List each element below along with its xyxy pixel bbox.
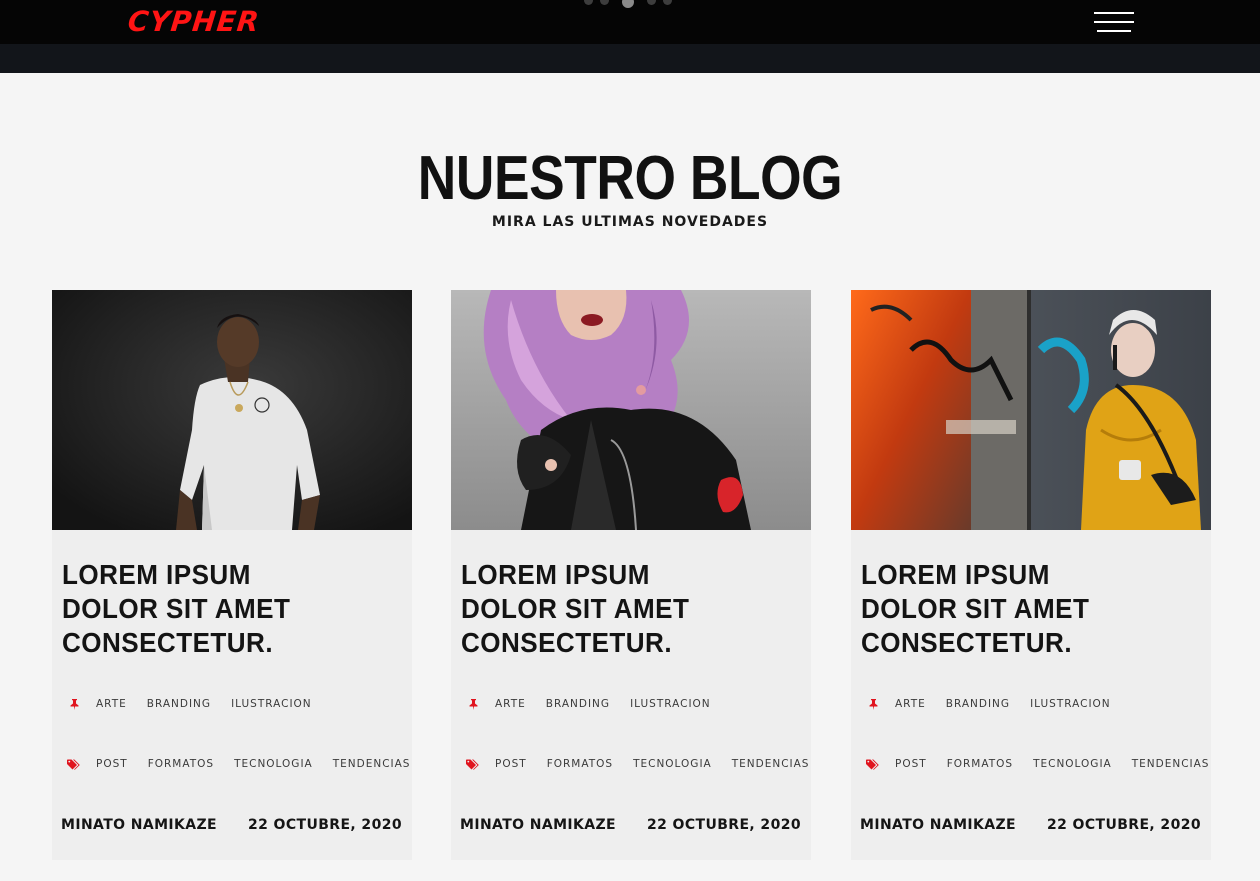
- graffiti-wall-yellow-jacket-photo: [851, 290, 1211, 530]
- post-title-line: DOLOR SIT AMET: [861, 593, 1090, 624]
- tag-link[interactable]: TENDENCIAS: [333, 758, 411, 770]
- post-title[interactable]: LOREM IPSUM DOLOR SIT AMET CONSECTETUR.: [861, 558, 1159, 660]
- hamburger-icon[interactable]: [1094, 10, 1134, 34]
- tags-icon: [865, 756, 881, 772]
- brand-logo[interactable]: CYPHER: [126, 4, 261, 40]
- category-link[interactable]: ARTE: [96, 698, 127, 710]
- slider-dot[interactable]: [647, 0, 656, 5]
- tag-link[interactable]: TECNOLOGIA: [633, 758, 712, 770]
- post-title-line: DOLOR SIT AMET: [461, 593, 690, 624]
- category-link[interactable]: BRANDING: [546, 698, 610, 710]
- tag-link[interactable]: FORMATOS: [148, 758, 214, 770]
- tag-list: POST FORMATOS TECNOLOGIA TENDENCIAS: [66, 756, 430, 772]
- post-meta: MINATO NAMIKAZE 22 OCTUBRE, 2020: [61, 817, 402, 833]
- slider-dot[interactable]: [584, 0, 593, 5]
- tag-link[interactable]: FORMATOS: [947, 758, 1013, 770]
- post-title[interactable]: LOREM IPSUM DOLOR SIT AMET CONSECTETUR.: [62, 558, 360, 660]
- tag-link[interactable]: TENDENCIAS: [1132, 758, 1210, 770]
- tags-icon: [465, 756, 481, 772]
- blog-card[interactable]: LOREM IPSUM DOLOR SIT AMET CONSECTETUR. …: [851, 290, 1211, 860]
- tag-link[interactable]: FORMATOS: [547, 758, 613, 770]
- post-title[interactable]: LOREM IPSUM DOLOR SIT AMET CONSECTETUR.: [461, 558, 759, 660]
- pin-icon: [865, 696, 881, 712]
- post-title-line: DOLOR SIT AMET: [62, 593, 291, 624]
- category-list: ARTE BRANDING ILUSTRACION: [66, 696, 332, 712]
- tag-link[interactable]: POST: [96, 758, 128, 770]
- slider-dot[interactable]: [600, 0, 609, 5]
- post-image[interactable]: [851, 290, 1211, 530]
- post-date: 22 OCTUBRE, 2020: [247, 817, 402, 833]
- section-title: NUESTRO BLOG: [417, 144, 843, 213]
- category-link[interactable]: ARTE: [895, 698, 926, 710]
- pin-icon: [465, 696, 481, 712]
- post-date: 22 OCTUBRE, 2020: [1046, 817, 1201, 833]
- blog-card[interactable]: LOREM IPSUM DOLOR SIT AMET CONSECTETUR. …: [52, 290, 412, 860]
- category-list: ARTE BRANDING ILUSTRACION: [865, 696, 1131, 712]
- category-link[interactable]: BRANDING: [147, 698, 211, 710]
- top-navbar: CYPHER: [0, 0, 1260, 44]
- section-subtitle: MIRA LAS ULTIMAS NOVEDADES: [491, 214, 769, 230]
- post-title-line: LOREM IPSUM: [861, 559, 1050, 590]
- category-link[interactable]: ILUSTRACION: [630, 698, 711, 710]
- blog-card[interactable]: LOREM IPSUM DOLOR SIT AMET CONSECTETUR. …: [451, 290, 811, 860]
- post-author[interactable]: MINATO NAMIKAZE: [460, 817, 616, 833]
- category-link[interactable]: ILUSTRACION: [231, 698, 312, 710]
- woman-purple-hair-photo: [451, 290, 811, 530]
- tag-link[interactable]: TECNOLOGIA: [1033, 758, 1112, 770]
- post-title-line: CONSECTETUR.: [861, 627, 1073, 658]
- post-author[interactable]: MINATO NAMIKAZE: [860, 817, 1016, 833]
- post-title-line: CONSECTETUR.: [62, 627, 274, 658]
- category-link[interactable]: ARTE: [495, 698, 526, 710]
- post-author[interactable]: MINATO NAMIKAZE: [61, 817, 217, 833]
- tags-icon: [66, 756, 82, 772]
- tag-link[interactable]: TENDENCIAS: [732, 758, 810, 770]
- slider-dot-active[interactable]: [622, 0, 634, 8]
- category-link[interactable]: ILUSTRACION: [1030, 698, 1111, 710]
- tag-link[interactable]: TECNOLOGIA: [234, 758, 313, 770]
- post-image[interactable]: [52, 290, 412, 530]
- navbar-band: [0, 44, 1260, 73]
- post-image[interactable]: [451, 290, 811, 530]
- tag-list: POST FORMATOS TECNOLOGIA TENDENCIAS: [465, 756, 829, 772]
- post-title-line: LOREM IPSUM: [62, 559, 251, 590]
- man-white-tshirt-photo: [52, 290, 412, 530]
- tag-link[interactable]: POST: [895, 758, 927, 770]
- post-title-line: CONSECTETUR.: [461, 627, 673, 658]
- post-meta: MINATO NAMIKAZE 22 OCTUBRE, 2020: [860, 817, 1201, 833]
- category-link[interactable]: BRANDING: [946, 698, 1010, 710]
- category-list: ARTE BRANDING ILUSTRACION: [465, 696, 731, 712]
- slider-dot[interactable]: [663, 0, 672, 5]
- slider-dots: [584, 0, 672, 8]
- tag-link[interactable]: POST: [495, 758, 527, 770]
- post-title-line: LOREM IPSUM: [461, 559, 650, 590]
- tag-list: POST FORMATOS TECNOLOGIA TENDENCIAS: [865, 756, 1229, 772]
- post-date: 22 OCTUBRE, 2020: [646, 817, 801, 833]
- post-meta: MINATO NAMIKAZE 22 OCTUBRE, 2020: [460, 817, 801, 833]
- pin-icon: [66, 696, 82, 712]
